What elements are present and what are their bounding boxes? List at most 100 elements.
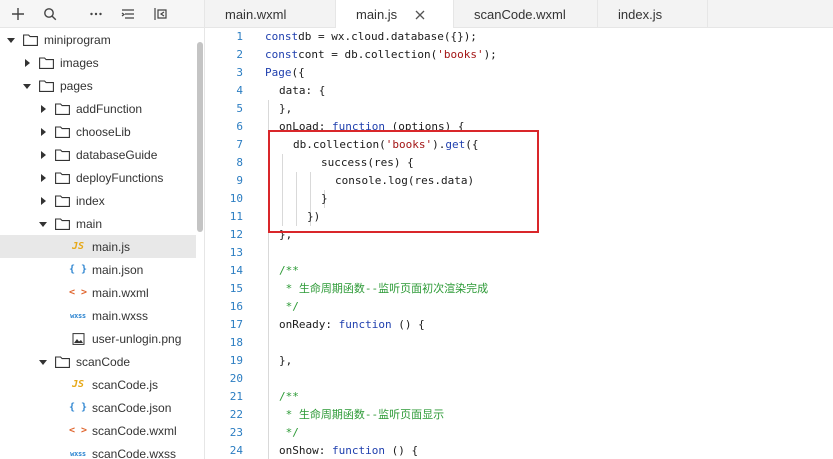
- code-token: cont = db.collection(: [298, 48, 438, 61]
- tree-folder[interactable]: images: [0, 51, 196, 74]
- line-number: 21: [229, 390, 243, 403]
- chevron-right-icon[interactable]: [22, 58, 32, 68]
- code-line: constcont = db.collection('books');: [265, 46, 497, 64]
- tree-file[interactable]: < > main.wxml: [0, 281, 196, 304]
- line-number: 20: [229, 372, 243, 385]
- editor-tab[interactable]: index.js: [598, 0, 708, 28]
- code-token: /**: [279, 390, 299, 403]
- image-file-icon: [70, 332, 86, 346]
- chevron-down-icon[interactable]: [22, 81, 32, 91]
- code-editor[interactable]: 1 2 3 4 5 6 7 8 9 10 11 12 13 14 15 16 17 18 19 20 21 22 23 24 …: [205, 28, 833, 459]
- tree-file[interactable]: { } main.json: [0, 258, 196, 281]
- tree-folder[interactable]: deployFunctions: [0, 166, 196, 189]
- line-number: 24: [229, 444, 243, 457]
- code-line: * 生命周期函数--监听页面显示: [279, 406, 445, 424]
- chevron-down-icon[interactable]: [38, 357, 48, 367]
- collapse-icon: [121, 8, 134, 19]
- code-line: */: [279, 298, 299, 316]
- folder-icon: [54, 125, 70, 139]
- explorer-toolbar: [0, 0, 204, 28]
- js-file-icon: JS: [71, 379, 85, 390]
- code-line: */: [279, 424, 299, 442]
- folder-icon: [38, 56, 54, 70]
- editor-tab[interactable]: scanCode.wxml: [454, 0, 598, 28]
- split-view-button[interactable]: [146, 2, 174, 26]
- more-icon: [90, 12, 102, 15]
- wxss-file-icon: wxss: [70, 449, 86, 458]
- code-token: */: [279, 300, 299, 313]
- chevron-right-icon[interactable]: [38, 173, 48, 183]
- line-number-gutter: 1 2 3 4 5 6 7 8 9 10 11 12 13 14 15 16 17 18 19 20 21 22 23 24: [205, 28, 249, 459]
- line-number: 22: [229, 408, 243, 421]
- tree-folder[interactable]: miniprogram: [0, 28, 196, 51]
- line-number: 1: [236, 30, 243, 43]
- code-token: onShow:: [279, 444, 332, 457]
- close-icon[interactable]: [415, 10, 425, 20]
- folder-icon: [54, 217, 70, 231]
- tab-label: scanCode.wxml: [474, 6, 566, 22]
- search-button[interactable]: [36, 2, 64, 26]
- code-line: },: [279, 100, 292, 118]
- collapse-all-button[interactable]: [114, 2, 142, 26]
- tree-item-label: images: [60, 55, 99, 70]
- chevron-down-icon[interactable]: [6, 35, 16, 45]
- code-line: onReady: function () {: [279, 316, 425, 334]
- search-icon: [44, 7, 57, 20]
- code-line: constdb = wx.cloud.database({});: [265, 28, 477, 46]
- tree-file[interactable]: JS main.js: [0, 235, 196, 258]
- tree-folder[interactable]: chooseLib: [0, 120, 196, 143]
- tab-label: main.wxml: [225, 6, 287, 22]
- chevron-right-icon[interactable]: [38, 127, 48, 137]
- line-number: 8: [236, 156, 243, 169]
- folder-icon: [54, 148, 70, 162]
- tree-file[interactable]: wxss main.wxss: [0, 304, 196, 327]
- folder-icon: [54, 102, 70, 116]
- tree-item-label: main.json: [92, 262, 144, 277]
- code-token: */: [279, 426, 299, 439]
- code-token: },: [279, 354, 293, 367]
- tree-folder[interactable]: index: [0, 189, 196, 212]
- file-explorer: miniprogram images pages addFunction chooseL…: [0, 0, 205, 459]
- code-line: Page({: [265, 64, 305, 82]
- tree-file[interactable]: JS scanCode.js: [0, 373, 196, 396]
- tree-folder[interactable]: addFunction: [0, 97, 196, 120]
- line-number: 10: [229, 192, 243, 205]
- line-number: 5: [236, 102, 243, 115]
- code-line: data: {: [279, 82, 325, 100]
- tree-file[interactable]: { } scanCode.json: [0, 396, 196, 419]
- code-line: /**: [279, 262, 299, 280]
- more-button[interactable]: [82, 2, 110, 26]
- tree-file[interactable]: < > scanCode.wxml: [0, 419, 196, 442]
- add-file-button[interactable]: [4, 2, 32, 26]
- tree-folder[interactable]: databaseGuide: [0, 143, 196, 166]
- code-line: /**: [279, 388, 299, 406]
- chevron-right-icon[interactable]: [38, 104, 48, 114]
- line-number: 2: [236, 48, 243, 61]
- editor-tab[interactable]: main.js: [336, 0, 454, 29]
- tree-item-label: main: [76, 216, 103, 231]
- chevron-right-icon[interactable]: [38, 150, 48, 160]
- tree-file[interactable]: user-unlogin.png: [0, 327, 196, 350]
- code-line: },: [279, 352, 292, 370]
- explorer-scrollbar[interactable]: [197, 42, 203, 232]
- tab-label: main.js: [356, 7, 398, 22]
- file-tree: miniprogram images pages addFunction chooseL…: [0, 28, 204, 459]
- line-number: 13: [229, 246, 243, 259]
- chevron-right-icon[interactable]: [38, 196, 48, 206]
- code-token: function: [331, 444, 385, 457]
- tree-item-label: index: [76, 193, 105, 208]
- code-area[interactable]: constdb = wx.cloud.database({}); constcon…: [265, 28, 833, 459]
- tree-folder[interactable]: main: [0, 212, 196, 235]
- code-line: onShow: function () {: [279, 442, 418, 459]
- folder-icon: [54, 355, 70, 369]
- code-token: db = wx.cloud.database({});: [298, 30, 477, 43]
- tree-file[interactable]: wxss scanCode.wxss: [0, 442, 196, 459]
- tree-folder[interactable]: pages: [0, 74, 196, 97]
- code-token: * 生命周期函数--监听页面显示: [279, 408, 445, 421]
- chevron-down-icon[interactable]: [38, 219, 48, 229]
- tree-folder[interactable]: scanCode: [0, 350, 196, 373]
- editor-tab[interactable]: main.wxml: [205, 0, 336, 28]
- tree-item-label: main.wxml: [92, 285, 149, 300]
- line-number: 7: [236, 138, 243, 151]
- code-token: ({: [291, 66, 305, 79]
